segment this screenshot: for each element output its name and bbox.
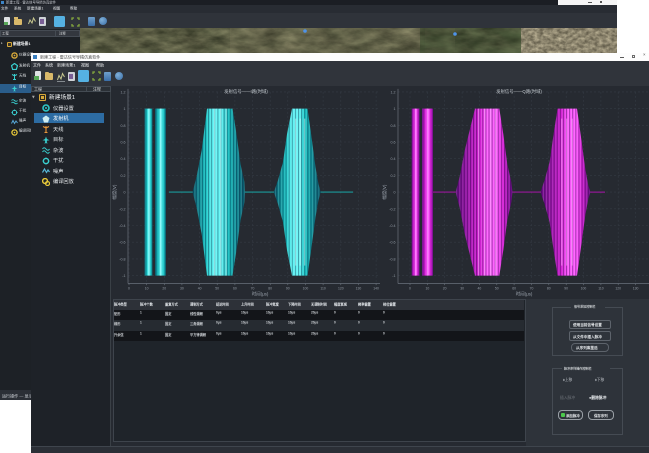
svg-text:-0.4: -0.4 (389, 224, 395, 228)
svg-text:10: 10 (426, 287, 430, 291)
svg-text:-0.6: -0.6 (389, 241, 395, 245)
svg-text:130: 130 (356, 287, 362, 291)
svg-text:时间(μs): 时间(μs) (252, 291, 269, 298)
svg-text:0: 0 (124, 191, 126, 195)
svg-text:0: 0 (128, 287, 130, 291)
svg-text:-1: -1 (392, 274, 395, 278)
svg-text:0.2: 0.2 (121, 174, 126, 178)
svg-text:50: 50 (215, 287, 219, 291)
svg-text:100: 100 (581, 287, 587, 291)
svg-text:60: 60 (512, 287, 516, 291)
svg-text:0.8: 0.8 (121, 124, 126, 128)
svg-text:60: 60 (233, 287, 237, 291)
svg-text:时间(μs): 时间(μs) (516, 291, 533, 298)
svg-text:0.8: 0.8 (391, 124, 396, 128)
svg-text:0.2: 0.2 (391, 174, 396, 178)
svg-text:-0.8: -0.8 (389, 257, 395, 261)
svg-text:50: 50 (495, 287, 499, 291)
svg-text:-0.6: -0.6 (119, 241, 125, 245)
svg-text:40: 40 (198, 287, 202, 291)
svg-text:70: 70 (251, 287, 255, 291)
svg-text:90: 90 (286, 287, 290, 291)
svg-text:1: 1 (394, 107, 396, 111)
svg-text:幅度(V): 幅度(V) (112, 184, 118, 199)
svg-text:80: 80 (547, 287, 551, 291)
svg-text:140: 140 (373, 287, 379, 291)
svg-text:0: 0 (409, 287, 411, 291)
svg-text:1.2: 1.2 (121, 90, 126, 94)
svg-text:1: 1 (124, 107, 126, 111)
svg-text:-1: -1 (122, 274, 125, 278)
svg-text:80: 80 (268, 287, 272, 291)
svg-text:0.6: 0.6 (391, 141, 396, 145)
svg-text:30: 30 (180, 287, 184, 291)
svg-text:30: 30 (460, 287, 464, 291)
svg-text:10: 10 (145, 287, 149, 291)
svg-text:幅度(V): 幅度(V) (381, 184, 388, 199)
svg-text:-0.2: -0.2 (389, 207, 395, 211)
svg-text:0.4: 0.4 (391, 157, 396, 161)
svg-text:0: 0 (394, 191, 396, 195)
svg-text:120: 120 (338, 287, 344, 291)
svg-text:110: 110 (598, 287, 604, 291)
svg-text:90: 90 (564, 287, 568, 291)
svg-text:1.2: 1.2 (391, 90, 396, 94)
svg-text:发射信号——Q路(时域): 发射信号——Q路(时域) (496, 88, 542, 95)
svg-text:110: 110 (320, 287, 326, 291)
svg-text:120: 120 (615, 287, 621, 291)
svg-text:0.4: 0.4 (121, 157, 126, 161)
svg-text:130: 130 (633, 287, 639, 291)
svg-text:发射信号——I路(时域): 发射信号——I路(时域) (224, 88, 268, 95)
svg-text:-0.8: -0.8 (119, 257, 125, 261)
svg-text:-0.4: -0.4 (119, 224, 125, 228)
svg-text:100: 100 (303, 287, 309, 291)
svg-text:40: 40 (478, 287, 482, 291)
svg-text:0.6: 0.6 (121, 141, 126, 145)
svg-text:20: 20 (443, 287, 447, 291)
svg-text:70: 70 (530, 287, 534, 291)
svg-text:-0.2: -0.2 (119, 207, 125, 211)
svg-text:20: 20 (162, 287, 166, 291)
